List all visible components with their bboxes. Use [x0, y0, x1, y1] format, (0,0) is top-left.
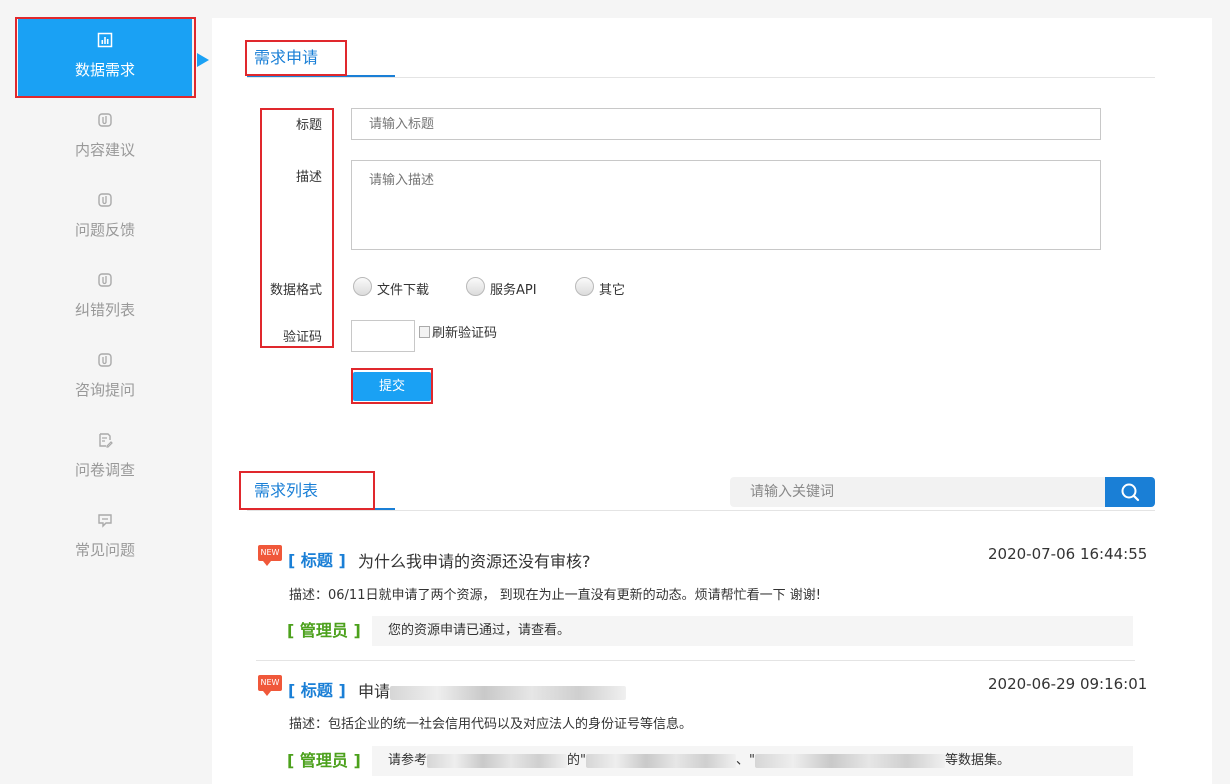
reply-text: 等数据集。 [944, 753, 1010, 768]
list-section-title: 需求列表 [254, 481, 319, 500]
item-time: 2020-06-29 09:16:01 [988, 675, 1148, 693]
description-label: 描述 [295, 170, 322, 185]
reply-text: 的" [567, 753, 586, 768]
sidebar-item-content-suggestion[interactable]: 内容建议 [18, 98, 192, 176]
divider [247, 77, 1155, 78]
submit-button[interactable]: 提交 [353, 372, 431, 401]
redacted-text [390, 685, 627, 700]
highlight-box [15, 17, 196, 98]
item-time: 2020-07-06 16:44:55 [988, 545, 1148, 563]
item-description: 描述：06/11日就申请了两个资源， 到现在为止一直没有更新的动态。烦请帮忙看一… [289, 588, 821, 603]
description-textarea[interactable] [351, 160, 1101, 250]
sidebar-item-label: 常见问题 [74, 541, 135, 559]
radio-label: 其它 [599, 283, 626, 298]
main-panel: 需求申请 标题 描述 数据格式 文件下载 服务API 其它 验证码 刷新验证码 … [212, 18, 1212, 784]
title-tag: [ 标题 ] [288, 681, 346, 700]
title-input[interactable] [351, 108, 1101, 140]
sidebar-item-label: 咨询提问 [74, 381, 135, 399]
captcha-image[interactable]: 刷新验证码 [419, 322, 497, 341]
row-divider [256, 660, 1135, 661]
search-input[interactable]: 请输入关键词 [730, 477, 1105, 507]
captcha-alt-text: 刷新验证码 [432, 326, 498, 341]
sidebar-item-feedback[interactable]: 问题反馈 [18, 178, 192, 256]
title-tag: [ 标题 ] [288, 551, 346, 570]
radio-file-download[interactable] [353, 277, 372, 296]
item-title-text: 申请 [358, 682, 391, 701]
clip-icon [98, 273, 112, 287]
edit-doc-icon [99, 433, 113, 448]
redacted-text [586, 753, 736, 768]
sidebar-item-faq[interactable]: 常见问题 [18, 498, 192, 576]
radio-service-api[interactable] [466, 277, 485, 296]
sidebar-item-survey[interactable]: 问卷调查 [18, 418, 192, 496]
sidebar-item-corrections[interactable]: 纠错列表 [18, 258, 192, 336]
search-icon [1121, 483, 1140, 502]
search-button[interactable] [1105, 477, 1155, 507]
item-title[interactable]: 为什么我申请的资源还没有审核? [358, 548, 591, 572]
item-description: 描述：包括企业的统一社会信用代码以及对应法人的身份证号等信息。 [289, 717, 693, 732]
active-pointer-icon [197, 53, 209, 67]
sidebar: 数据需求 内容建议 问题反馈 纠错列表 咨询提问 问卷调查 常见问题 [18, 18, 192, 784]
divider [247, 510, 1155, 511]
sidebar-item-label: 问卷调查 [74, 461, 135, 479]
highlight-box [260, 108, 334, 348]
clip-icon [98, 113, 112, 127]
radio-label: 文件下载 [377, 283, 430, 298]
radio-label: 服务API [490, 283, 537, 298]
sidebar-item-label: 纠错列表 [74, 301, 135, 319]
clip-icon [98, 353, 112, 367]
radio-other[interactable] [575, 277, 594, 296]
admin-reply: 请参考 的" 、" 等数据集。 [372, 746, 1133, 776]
item-title[interactable]: 申请 [358, 678, 627, 702]
admin-reply: 您的资源申请已通过，请查看。 [372, 616, 1133, 646]
sidebar-item-label: 问题反馈 [74, 221, 135, 239]
sidebar-item-consult[interactable]: 咨询提问 [18, 338, 192, 416]
reply-text: 请参考 [388, 753, 428, 768]
redacted-text [754, 753, 945, 768]
title-label: 标题 [295, 118, 322, 133]
admin-tag: [ 管理员 ] [287, 621, 361, 640]
active-tab-underline [247, 508, 395, 510]
message-icon [98, 514, 112, 528]
captcha-label: 验证码 [282, 330, 322, 345]
clip-icon [98, 193, 112, 207]
data-format-label: 数据格式 [269, 283, 322, 298]
captcha-input[interactable] [351, 320, 415, 352]
form-section-title: 需求申请 [254, 48, 319, 67]
new-badge: NEW [258, 545, 282, 566]
active-tab-underline [247, 75, 395, 77]
broken-image-icon [419, 326, 430, 338]
sidebar-item-label: 内容建议 [74, 141, 135, 159]
admin-tag: [ 管理员 ] [287, 751, 361, 770]
redacted-text [427, 753, 568, 768]
new-badge: NEW [258, 675, 282, 696]
reply-text: 、" [736, 753, 755, 768]
